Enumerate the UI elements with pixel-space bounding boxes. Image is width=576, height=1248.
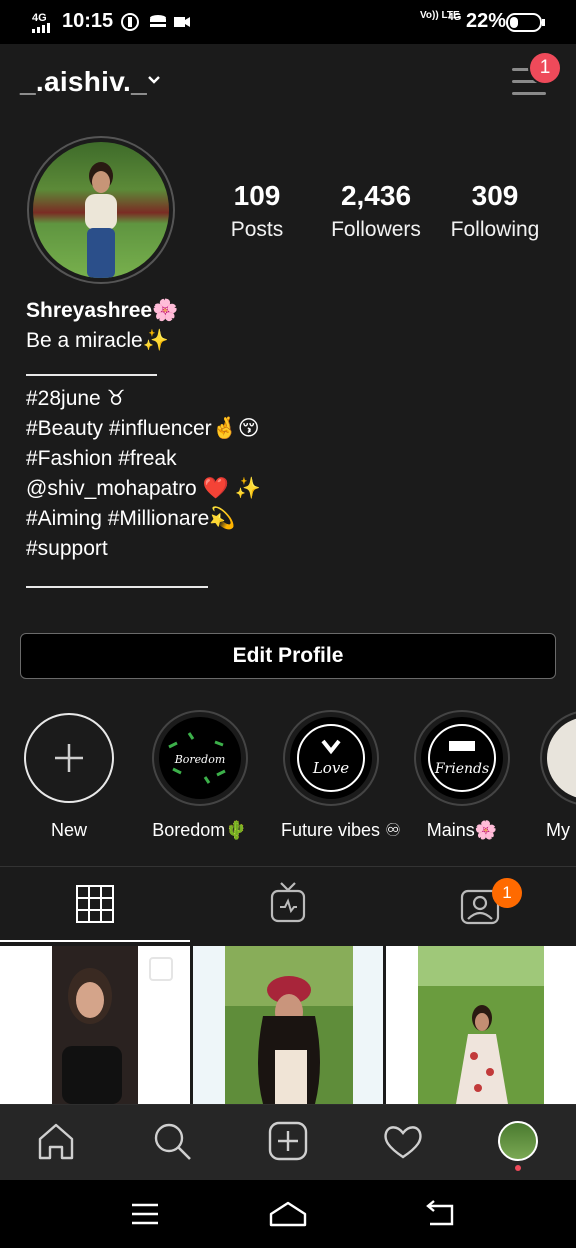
highlight-my[interactable]: My [540, 710, 576, 841]
highlight-circle: Boredom [152, 710, 248, 806]
home-icon[interactable] [36, 1121, 76, 1161]
bio-line[interactable]: @shiv_mohapatro ❤️ ✨ [26, 474, 261, 504]
display-name: Shreyashree🌸 [26, 299, 179, 322]
highlight-new[interactable]: New [19, 710, 119, 841]
post-image [418, 946, 544, 1104]
highlight-mains[interactable]: Friends Mains🌸 [412, 710, 512, 841]
status-bar: 4G 10:15 Vo)) LTE 4G 22% [0, 0, 576, 44]
avatar[interactable] [33, 142, 169, 278]
heart-icon[interactable] [382, 1123, 424, 1161]
bio-line: Be a miracle✨ [26, 329, 169, 352]
network-label: 4G [448, 12, 462, 23]
friends-text: Friends [434, 761, 489, 777]
highlight-future-vibes[interactable]: Love Future vibes ♾ [281, 710, 402, 841]
profile-tabs [0, 866, 576, 945]
post-thumbnail[interactable] [386, 946, 576, 1104]
boredom-cover: Boredom [159, 717, 241, 799]
bio-divider [26, 374, 157, 376]
grid-icon[interactable] [76, 885, 114, 923]
love-cover: Love [290, 717, 372, 799]
bio-line[interactable]: #Beauty #influencer🤞😚 [26, 414, 261, 444]
posts-label: Posts [230, 218, 284, 241]
menu-lines-icon[interactable] [130, 1202, 160, 1226]
post-image [52, 946, 173, 1104]
stat-posts[interactable]: 109 Posts [215, 180, 299, 242]
add-highlight-circle[interactable] [24, 713, 114, 803]
highlight-circle [540, 710, 576, 806]
boredom-text: Boredom [174, 753, 226, 766]
bio-line[interactable]: #support [26, 534, 261, 564]
following-label: Following [450, 218, 540, 241]
signal-icon [32, 23, 50, 33]
friends-logo-icon: Friends [428, 724, 496, 792]
igtv-icon[interactable] [270, 881, 306, 923]
post-thumbnail[interactable] [0, 946, 190, 1104]
bio: Shreyashree🌸 Be a miracle✨ #28june ♉ #Be… [26, 296, 261, 588]
username[interactable]: _.aishiv._ [20, 66, 147, 98]
love-logo-icon: Love [297, 724, 365, 792]
followers-count: 2,436 [340, 180, 412, 211]
post-image [225, 946, 353, 1104]
bio-line[interactable]: #Aiming #Millionare💫 [26, 504, 261, 534]
followers-label: Followers [331, 218, 421, 241]
highlight-label: Boredom🌵 [152, 820, 248, 840]
home-button-icon[interactable] [268, 1200, 308, 1228]
bottom-nav [0, 1104, 576, 1181]
love-text: Love [312, 759, 349, 777]
menu-badge: 1 [528, 51, 562, 85]
stat-following[interactable]: 309 Following [444, 180, 546, 242]
chevron-down-icon[interactable] [146, 72, 162, 88]
activity-dot [515, 1165, 521, 1171]
tagged-badge: 1 [492, 878, 522, 908]
highlight-boredom[interactable]: Boredom Boredom🌵 [150, 710, 250, 841]
search-icon[interactable] [152, 1121, 192, 1161]
bio-line[interactable]: #28june ♉ [26, 384, 261, 414]
stat-followers[interactable]: 2,436 Followers [321, 180, 431, 242]
highlight-label: My [546, 820, 570, 840]
clock: 10:15 [62, 10, 114, 32]
profile-avatar-tab[interactable] [498, 1121, 538, 1161]
new-post-icon[interactable] [268, 1121, 308, 1161]
back-icon[interactable] [424, 1200, 456, 1228]
my-cover [547, 717, 576, 799]
posts-count: 109 [233, 180, 281, 211]
highlight-label: New [50, 820, 87, 840]
highlight-label: Mains🌸 [426, 820, 498, 840]
highlight-circle: Love [283, 710, 379, 806]
bio-divider [26, 586, 208, 588]
multi-post-icon [149, 957, 173, 981]
edit-profile-button[interactable]: Edit Profile [20, 633, 556, 679]
avatar-photo [85, 162, 117, 278]
system-nav-bar [0, 1180, 576, 1248]
plus-icon [55, 744, 83, 772]
notification-icons [121, 13, 190, 31]
battery-percent: 22% [466, 10, 507, 32]
friends-cover: Friends [421, 717, 503, 799]
battery-icon [506, 13, 545, 32]
active-tab-indicator [0, 940, 190, 942]
highlight-label: Future vibes ♾ [281, 820, 402, 840]
highlight-circle: Friends [414, 710, 510, 806]
bio-line[interactable]: #Fashion #freak [26, 444, 261, 474]
following-count: 309 [471, 180, 519, 211]
post-thumbnail[interactable] [193, 946, 383, 1104]
leaf-icon: Boredom [168, 732, 226, 784]
